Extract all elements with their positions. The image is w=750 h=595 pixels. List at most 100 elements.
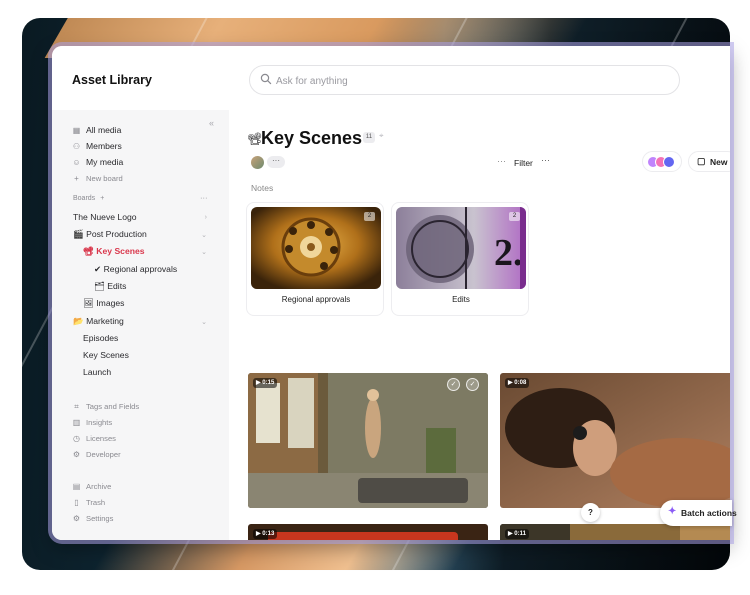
more-icon[interactable]: ··· — [200, 193, 208, 202]
notes-label[interactable]: Notes — [251, 183, 273, 193]
grid-icon: ▦ — [72, 125, 81, 135]
page-title: Key Scenes — [261, 128, 363, 148]
sidebar-item-archive[interactable]: ▤ Archive — [72, 482, 112, 491]
collaborators-avatars[interactable] — [642, 151, 682, 172]
search-icon — [260, 73, 272, 85]
duration-badge: ▶ 0:15 — [253, 378, 278, 388]
board-thumbnail: 2 — [251, 207, 381, 289]
sparkle-icon: ✦ — [668, 506, 677, 517]
workspace-title[interactable]: Asset Library — [72, 73, 152, 87]
search-bar[interactable] — [249, 65, 680, 95]
sidebar-board-key-scenes-marketing[interactable]: Key Scenes — [83, 350, 129, 360]
chart-icon: ▥ — [72, 418, 81, 427]
sidebar-item-tags-fields[interactable]: ⌗ Tags and Fields — [72, 402, 139, 411]
video-tile[interactable]: 14:26 ▶ 0:13 — [248, 524, 488, 540]
sidebar-item-label: New board — [86, 174, 123, 183]
sidebar-item-label: Episodes — [83, 333, 119, 343]
sidebar-board-episodes[interactable]: Episodes — [83, 333, 118, 343]
batch-actions-label: Batch actions — [681, 508, 737, 518]
asset-count-badge: 11 — [363, 132, 375, 143]
chevron-down-icon[interactable]: ⌄ — [201, 231, 207, 239]
avatar — [663, 156, 675, 168]
smile-icon: ☺ — [72, 157, 81, 167]
sidebar-board-post-production[interactable]: 🎬 Post Production — [73, 229, 147, 240]
film-leader-image: 2. — [396, 207, 526, 289]
sidebar-board-images[interactable]: 🖼 Images — [83, 298, 124, 309]
sidebar-board-marketing[interactable]: 📂 Marketing — [73, 316, 124, 327]
more-icon[interactable]: ··· — [497, 156, 506, 166]
video-tile[interactable]: ▶ 0:08 — [500, 373, 730, 508]
select-icon[interactable]: ✓ — [466, 378, 479, 391]
sidebar-item-label: The Nueve Logo — [73, 212, 137, 222]
chevron-down-icon[interactable]: ⌄ — [142, 72, 150, 83]
sidebar-board-launch[interactable]: Launch — [83, 367, 111, 377]
video-tile[interactable]: ▶ 0:15 ✓ ✓ — [248, 373, 488, 508]
duration-badge: ▶ 0:13 — [253, 529, 278, 539]
new-file-icon: ▢ — [697, 156, 706, 166]
sidebar-item-licenses[interactable]: ◷ Licenses — [72, 434, 116, 443]
sidebar-item-label: Members — [86, 141, 122, 151]
new-button[interactable]: ▢ New — [688, 151, 730, 172]
rotary-phone-image — [251, 207, 381, 289]
collapse-sidebar-icon[interactable]: « — [209, 118, 214, 128]
board-label: Regional approvals — [281, 295, 351, 304]
sidebar-item-label: Settings — [86, 514, 114, 523]
chevron-right-icon[interactable]: › — [205, 214, 207, 221]
pin-icon[interactable]: ⌖ — [379, 131, 384, 141]
person-icon: ⚇ — [72, 141, 81, 151]
sidebar-item-label: Trash — [86, 498, 106, 507]
sidebar: « ▦ All media ⚇ Members ☺ My media + New… — [52, 110, 229, 540]
filter-button[interactable]: Filter — [514, 158, 533, 168]
developer-icon: ⚙ — [72, 450, 81, 459]
sidebar-item-label: 🖼 Images — [83, 298, 125, 308]
sidebar-item-members[interactable]: ⚇ Members — [72, 141, 122, 151]
sidebar-item-all-media[interactable]: ▦ All media — [72, 125, 122, 135]
tag-icon: ⌗ — [74, 402, 79, 411]
sidebar-item-my-media[interactable]: ☺ My media — [72, 157, 123, 167]
sidebar-board-regional-approvals[interactable]: ✔ Regional approvals — [94, 264, 177, 275]
main-content: 📽 Key Scenes 11 ⌖ ··· ··· Filter ··· ▢ N… — [229, 110, 730, 540]
sidebar-item-developer[interactable]: ⚙ Developer — [72, 450, 121, 459]
sidebar-item-insights[interactable]: ▥ Insights — [72, 418, 112, 427]
sidebar-item-label: Key Scenes — [83, 350, 129, 360]
new-button-label: New — [710, 157, 728, 167]
batch-actions-button[interactable]: ✦ Batch actions — [660, 500, 737, 526]
approve-icon[interactable]: ✓ — [447, 378, 460, 391]
duration-badge: ▶ 0:11 — [505, 529, 529, 539]
video-thumbnail-retro-room — [500, 524, 730, 540]
search-input[interactable] — [276, 72, 656, 90]
video-thumbnail-woman-headphones — [500, 373, 730, 508]
sidebar-item-label: My media — [86, 157, 124, 167]
video-tile[interactable]: ▶ 0:11 — [500, 524, 730, 540]
sidebar-item-new-board[interactable]: + New board — [72, 174, 123, 183]
sidebar-board-nueve-logo[interactable]: The Nueve Logo — [73, 212, 137, 222]
duration-badge: ▶ 0:08 — [505, 378, 530, 388]
chevron-down-icon[interactable]: ⌄ — [201, 248, 207, 256]
boards-heading: Boards + — [73, 195, 104, 202]
trash-icon: ▯ — [74, 498, 79, 507]
sidebar-item-label: 🗂 Edits — [94, 281, 127, 291]
sidebar-item-settings[interactable]: ⚙ Settings — [72, 514, 114, 523]
chevron-down-icon[interactable]: ⌄ — [201, 318, 207, 326]
sidebar-board-edits[interactable]: 🗂 Edits — [94, 281, 126, 292]
sidebar-item-label: 🎬 Post Production — [73, 229, 147, 239]
svg-text:2.: 2. — [494, 232, 523, 274]
help-button[interactable]: ? — [581, 503, 600, 522]
avatar[interactable] — [251, 156, 264, 169]
sidebar-board-key-scenes[interactable]: 📽 Key Scenes — [83, 246, 145, 257]
board-count-badge: 2 — [509, 212, 520, 221]
board-card-edits[interactable]: 2. 2 Edits — [391, 202, 529, 316]
more-options-button[interactable]: ··· — [267, 156, 285, 168]
board-label: Edits — [452, 295, 470, 304]
video-thumbnail-room-dance — [248, 373, 488, 508]
more-menu-icon[interactable]: ··· — [541, 155, 550, 165]
board-count-badge: 2 — [364, 212, 375, 221]
plus-icon[interactable]: + — [100, 195, 104, 202]
sidebar-item-trash[interactable]: ▯ Trash — [72, 498, 105, 507]
board-thumbnail: 2. 2 — [396, 207, 526, 289]
board-card-regional-approvals[interactable]: 2 Regional approvals — [246, 202, 384, 316]
sidebar-item-label: ✔ Regional approvals — [94, 264, 178, 274]
sidebar-item-label: Launch — [83, 367, 112, 377]
license-icon: ◷ — [73, 434, 80, 443]
video-thumbnail-red-radio: 14:26 — [248, 524, 488, 540]
